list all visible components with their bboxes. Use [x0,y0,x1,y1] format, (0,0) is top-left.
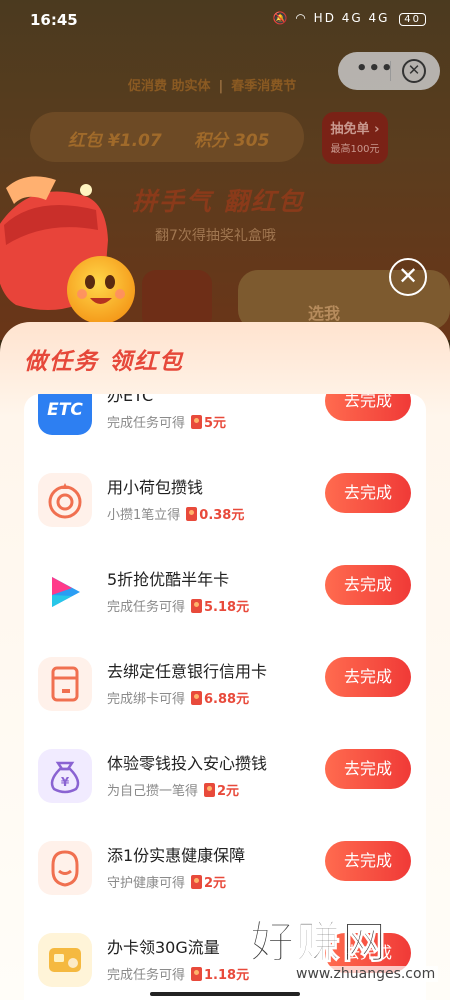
etc-icon: ETC [38,394,92,435]
wifi-icon: ◠ [295,11,308,25]
savings-target-icon [38,473,92,527]
complete-task-button[interactable]: 去完成 [325,657,411,697]
mute-icon: 🔕 [272,11,290,25]
complete-task-button[interactable]: 去完成 [325,841,411,881]
redpacket-icon [191,967,203,981]
task-row: 5折抢优酷半年卡 完成任务可得 5.18元 去完成 [24,544,426,636]
complete-task-button[interactable]: 去完成 [325,473,411,513]
slogan-right: 春季消费节 [231,79,297,94]
redpacket-icon [191,691,203,705]
lottery-subtitle: 最高100元 [330,144,380,155]
task-reward: 完成绑卡可得 6.88元 [107,691,250,707]
task-name: 去绑定任意银行信用卡 [107,662,268,681]
capsule-divider [390,61,391,81]
task-name: 体验零钱投入安心攒钱 [107,754,268,773]
redpacket-icon [191,599,203,613]
lucky-bag-mascot-icon [0,176,135,324]
task-name: 添1份实惠健康保障 [107,846,246,865]
battery-icon: 40 [399,13,426,26]
watermark: 好赚网 www.zhuanges.com [245,906,445,996]
task-reward: 完成任务可得 5.18元 [107,599,250,615]
complete-task-button[interactable]: 去完成 [325,565,411,605]
task-row: ETC 办ETC 完成任务可得 5元 去完成 [24,394,426,452]
task-name: 5折抢优酷半年卡 [107,570,230,589]
redpacket-icon [204,783,216,797]
sim-card-icon [38,933,92,987]
slogan-left: 促消费 助实体 [128,79,211,94]
complete-task-button[interactable]: 去完成 [325,394,411,421]
status-bar: 16:45 🔕 ◠ HD 4G 4G 40 [0,0,450,40]
svg-text:ETC: ETC [47,400,83,420]
more-options-icon[interactable]: ••• [356,58,394,79]
lottery-button[interactable]: 抽免单 › 最高100元 [322,112,388,164]
task-row: 用小荷包攒钱 小攒1笔立得 0.38元 去完成 [24,452,426,544]
task-row: 添1份实惠健康保障 守护健康可得 2元 去完成 [24,820,426,912]
redpacket-icon [191,415,203,429]
credit-card-icon [38,657,92,711]
svg-text:¥: ¥ [61,775,70,789]
redpacket-icon [191,875,203,889]
pick-label: 选我 [308,304,341,323]
complete-task-button[interactable]: 去完成 [325,749,411,789]
task-name: 办卡领30G流量 [107,938,220,957]
task-reward: 完成任务可得 1.18元 [107,967,250,983]
health-shield-icon [38,841,92,895]
task-reward: 为自己攒一笔得 2元 [107,783,240,799]
balance-pill: 红包 ¥1.07 积分 305 [30,112,304,162]
task-row: ¥ 体验零钱投入安心攒钱 为自己攒一笔得 2元 去完成 [24,728,426,820]
slogan-divider: | [218,79,224,94]
money-bag-icon: ¥ [38,749,92,803]
points-balance: 积分 305 [194,131,270,151]
task-sheet: 做任务 领红包 ETC 办ETC 完成任务可得 5元 去完成 用小荷包攒钱 小攒1… [0,322,450,1000]
game-subtitle: 翻7次得抽奖礼盒哦 [155,228,276,244]
event-slogan: 促消费 助实体 | 春季消费节 [128,75,296,94]
lottery-title: 抽免单 › [330,122,380,137]
watermark-url: www.zhuanges.com [293,966,439,982]
watermark-logo: 好赚网 [250,917,388,969]
task-name: 用小荷包攒钱 [107,478,204,497]
task-row: 去绑定任意银行信用卡 完成绑卡可得 6.88元 去完成 [24,636,426,728]
game-title: 拼手气 翻红包 [132,187,305,216]
redpacket-balance: 红包 ¥1.07 [68,131,162,151]
close-mini-program-icon[interactable]: ✕ [402,59,426,83]
mini-program-capsule: ••• ✕ [338,52,440,90]
redpacket-icon [186,507,198,521]
sheet-title: 做任务 领红包 [24,349,185,375]
task-reward: 完成任务可得 5元 [107,415,227,431]
close-popup-button[interactable]: ✕ [389,258,427,296]
status-icons: 🔕 ◠ HD 4G 4G 40 [273,11,426,26]
task-reward: 守护健康可得 2元 [107,875,227,891]
task-name: 办ETC [107,394,154,405]
youku-play-icon [38,565,92,619]
task-reward: 小攒1笔立得 0.38元 [107,507,245,523]
status-time: 16:45 [30,11,78,29]
signal-text: HD 4G 4G [313,11,390,25]
home-indicator[interactable] [150,992,300,996]
